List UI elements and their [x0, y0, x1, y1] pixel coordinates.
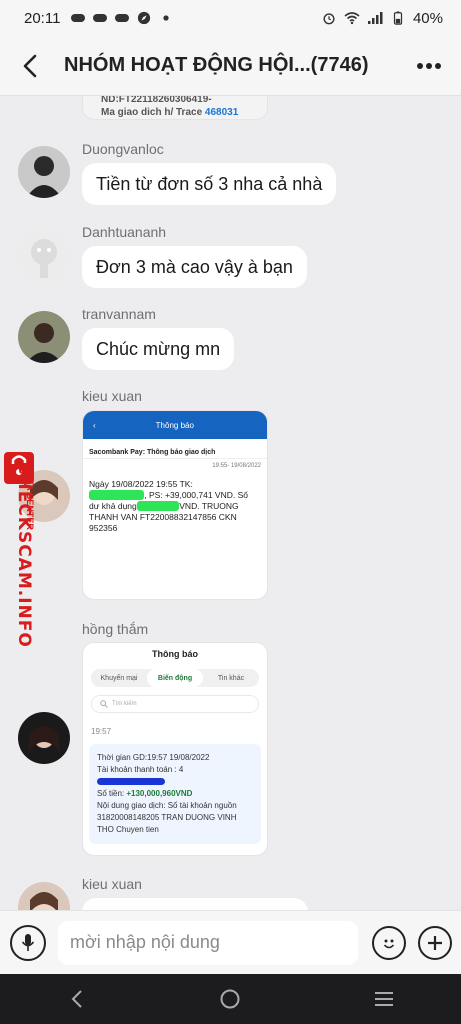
- system-navigation-bar: [0, 974, 461, 1024]
- message-bubble[interactable]: Đơn 3 mà cao vậy à bạn: [82, 246, 307, 288]
- emoji-button[interactable]: [372, 925, 406, 960]
- transaction-image-partial[interactable]: ND:FT22118260306419- Ma giao dich h/ Tra…: [82, 96, 268, 120]
- nav-home-button[interactable]: [200, 979, 260, 1019]
- image-title: Sacombank Pay: Thông báo giao dịch: [83, 439, 267, 459]
- nav-recents-button[interactable]: [354, 979, 414, 1019]
- image-time: 19:55- 19/08/2022: [212, 463, 261, 469]
- image-title: Thông báo: [152, 649, 198, 659]
- image-header: ‹ Thông báo: [83, 411, 267, 439]
- sender-name: tranvannam: [82, 306, 156, 322]
- clock: 20:11: [24, 9, 61, 27]
- search-icon: [100, 700, 108, 708]
- more-horizontal-icon: [417, 62, 441, 69]
- more-options-button[interactable]: [405, 42, 453, 90]
- notification-icons: [70, 11, 174, 25]
- avatar[interactable]: [18, 230, 70, 282]
- message-bubble[interactable]: Tiền từ đơn số 3 nha cả nhà: [82, 163, 337, 205]
- image-body: Ngày 19/08/2022 19:55 TK: xxxxxxxxxxxxx,…: [89, 479, 248, 533]
- avatar[interactable]: [18, 146, 70, 198]
- transaction-screenshot[interactable]: Thông báo Khuyến mại Biến động Tin khác …: [82, 642, 268, 856]
- battery-icon: [393, 11, 403, 25]
- message-bubble[interactable]: Chúc mừng mn: [82, 328, 235, 370]
- recents-icon: [375, 992, 394, 1006]
- home-circle-icon: [220, 989, 240, 1009]
- plus-icon: [428, 935, 442, 950]
- microphone-icon: [21, 933, 35, 951]
- message-bubble[interactable]: [82, 898, 308, 910]
- image-time: 19:57: [91, 727, 112, 736]
- message-list[interactable]: ND:FT22118260306419- Ma giao dich h/ Tra…: [0, 96, 461, 910]
- watermark-logo: DATA CENTER CHECKSCAM.INFO: [2, 452, 46, 672]
- message-input[interactable]: [58, 920, 358, 965]
- transaction-screenshot[interactable]: ‹ Thông báo Sacombank Pay: Thông báo gia…: [82, 410, 268, 600]
- chat-header: NHÓM HOẠT ĐỘNG HỘI...(7746): [0, 36, 461, 96]
- attach-button[interactable]: [418, 925, 452, 960]
- watermark-text: CHECKSCAM.INFO: [14, 462, 34, 648]
- dot-icon: [163, 15, 170, 21]
- avatar[interactable]: [18, 882, 70, 910]
- chevron-left-icon: [23, 54, 37, 77]
- back-chevron-icon: [71, 990, 82, 1008]
- image-tab: Biến động: [147, 669, 203, 687]
- alarm-icon: [323, 13, 335, 25]
- system-icons: 40%: [321, 10, 443, 27]
- smiley-icon: [383, 939, 395, 948]
- compass-icon: [138, 11, 151, 25]
- image-search: Tìm kiếm: [91, 695, 259, 713]
- image-body: Thời gian GD:19:57 19/08/2022 Tài khoản …: [89, 744, 261, 844]
- signal-icon: [367, 12, 383, 24]
- image-tab: Khuyến mại: [100, 674, 138, 682]
- back-button[interactable]: [6, 42, 54, 90]
- image-text-line: Ma giao dich h/ Trace 468031: [101, 107, 239, 118]
- sender-name: kieu xuan: [82, 388, 142, 404]
- avatar[interactable]: [18, 712, 70, 764]
- game-controller-icon: [93, 14, 108, 22]
- game-controller-icon: [115, 14, 130, 22]
- image-tab: Tin khác: [217, 674, 245, 682]
- status-bar: 20:11 40%: [0, 0, 461, 36]
- battery-percent: 40%: [412, 9, 443, 27]
- sender-name: hồng thắm: [82, 621, 149, 637]
- sender-name: Duongvanloc: [82, 141, 164, 157]
- composer: [0, 910, 461, 974]
- wifi-icon: [344, 12, 360, 25]
- avatar[interactable]: [18, 311, 70, 363]
- chevron-left-icon: ‹: [93, 420, 96, 430]
- sender-name: Danhtuananh: [82, 224, 167, 240]
- image-text-line: ND:FT22118260306419-: [101, 96, 212, 105]
- sender-name: kieu xuan: [82, 876, 142, 892]
- game-controller-icon: [71, 14, 86, 22]
- group-title: NHÓM HOẠT ĐỘNG HỘI...(7746): [64, 54, 369, 76]
- image-tabs: Khuyến mại Biến động Tin khác: [91, 669, 259, 687]
- voice-button[interactable]: [10, 924, 46, 961]
- nav-back-button[interactable]: [47, 979, 107, 1019]
